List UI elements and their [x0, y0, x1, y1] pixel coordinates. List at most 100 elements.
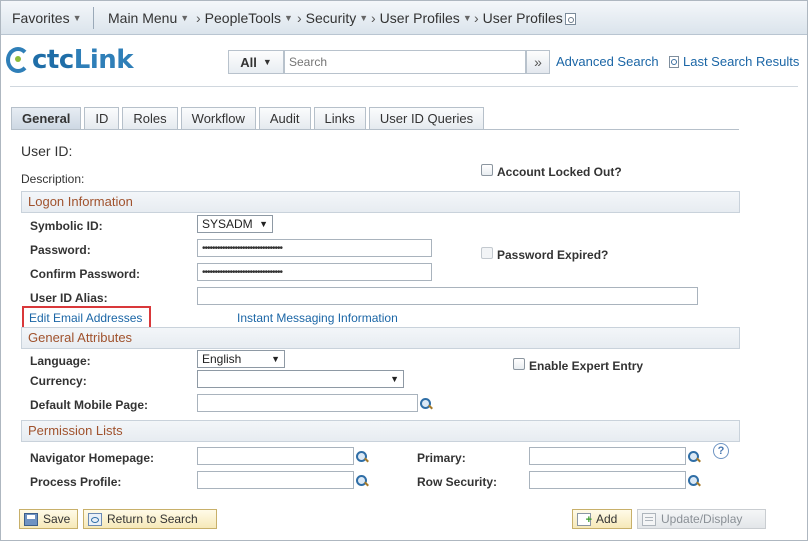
password-expired-label: Password Expired? [497, 248, 609, 262]
symbolic-id-label: Symbolic ID: [30, 219, 103, 233]
breadcrumb-separator: › [474, 10, 479, 26]
breadcrumb-label: User Profiles [482, 10, 563, 26]
logo-prefix: ctc [32, 45, 74, 75]
lookup-icon[interactable] [355, 450, 369, 464]
instant-messaging-link[interactable]: Instant Messaging Information [237, 311, 398, 325]
breadcrumb-current[interactable]: › User Profiles [474, 10, 576, 26]
ctclink-logo: ctcLink [6, 42, 134, 78]
search-results-icon [669, 56, 679, 68]
logon-information-header: Logon Information [21, 191, 740, 213]
chevron-down-icon: ▼ [259, 219, 268, 229]
advanced-search-link[interactable]: Advanced Search [556, 54, 659, 69]
breadcrumb-peopletools[interactable]: › PeopleTools ▼ [196, 10, 293, 26]
add-icon [577, 511, 592, 529]
favorites-menu[interactable]: Favorites ▼ [12, 10, 82, 26]
page-search-icon[interactable] [564, 13, 576, 25]
lookup-icon[interactable] [687, 474, 701, 488]
main-menu[interactable]: Main Menu ▼ [108, 10, 189, 26]
search-scope-dropdown[interactable]: All ▼ [228, 50, 284, 74]
enable-expert-entry-checkbox[interactable] [513, 358, 525, 370]
tab-roles[interactable]: Roles [122, 107, 178, 129]
tab-general[interactable]: General [11, 107, 82, 129]
navigator-homepage-field[interactable] [197, 447, 354, 465]
return-to-search-label: Return to Search [107, 512, 198, 526]
chevron-down-icon: ▼ [283, 13, 293, 23]
breadcrumb-separator: › [196, 10, 201, 26]
confirm-password-field[interactable]: •••••••••••••••••••••••••••••••• [197, 263, 432, 281]
confirm-password-label: Confirm Password: [30, 267, 141, 281]
header-divider [10, 86, 798, 87]
edit-email-addresses-link[interactable]: Edit Email Addresses [29, 311, 142, 325]
breadcrumb-separator: › [371, 10, 376, 26]
breadcrumb-separator: › [297, 10, 302, 26]
user-id-alias-label: User ID Alias: [30, 291, 108, 305]
general-attributes-header: General Attributes [21, 327, 740, 349]
chevron-down-icon: ▼ [262, 57, 272, 67]
password-field[interactable]: •••••••••••••••••••••••••••••••• [197, 239, 432, 257]
breadcrumb-security[interactable]: › Security ▼ [297, 10, 368, 26]
language-select[interactable]: English ▼ [197, 350, 285, 368]
process-profile-field[interactable] [197, 471, 354, 489]
return-to-search-button[interactable]: Return to Search [83, 509, 217, 529]
account-locked-checkbox[interactable] [481, 164, 493, 176]
permission-lists-header: Permission Lists [21, 420, 740, 442]
breadcrumb-label: Security [305, 10, 357, 26]
save-button[interactable]: Save [19, 509, 78, 529]
last-search-results-label: Last Search Results [683, 54, 800, 69]
save-icon [24, 512, 38, 526]
tab-workflow[interactable]: Workflow [180, 107, 256, 129]
search-go-button[interactable]: » [526, 50, 550, 74]
help-icon[interactable]: ? [713, 443, 729, 459]
search-input[interactable] [284, 50, 526, 74]
enable-expert-entry-label: Enable Expert Entry [529, 359, 644, 373]
breadcrumb-label: PeopleTools [204, 10, 281, 26]
lookup-icon[interactable] [355, 474, 369, 488]
user-id-label: User ID: [21, 143, 73, 159]
chevron-down-icon: ▼ [180, 13, 190, 23]
update-display-label: Update/Display [661, 512, 743, 526]
navigator-homepage-label: Navigator Homepage: [30, 451, 155, 465]
update-display-icon [642, 512, 656, 526]
password-mask: •••••••••••••••••••••••••••••••• [202, 243, 283, 254]
last-search-results-link[interactable]: Last Search Results [669, 54, 799, 69]
top-nav-bar: Favorites ▼ Main Menu ▼ › PeopleTools ▼ › Sec… [1, 1, 807, 35]
page-tabs: General ID Roles Workflow Audit Links Us… [11, 107, 487, 129]
logo-swirl-icon [6, 47, 30, 73]
symbolic-id-select[interactable]: SYSADM ▼ [197, 215, 273, 233]
row-security-field[interactable] [529, 471, 686, 489]
tab-audit[interactable]: Audit [258, 107, 311, 129]
double-chevron-right-icon: » [534, 54, 542, 70]
language-label: Language: [30, 354, 91, 368]
chevron-down-icon: ▼ [390, 374, 399, 384]
tab-user-id-queries[interactable]: User ID Queries [368, 107, 485, 129]
currency-select[interactable]: ▼ [197, 370, 404, 388]
breadcrumb-user-profiles[interactable]: › User Profiles ▼ [371, 10, 472, 26]
lookup-icon[interactable] [419, 397, 433, 411]
logo-suffix: Link [73, 45, 134, 75]
chevron-down-icon: ▼ [462, 13, 472, 23]
account-locked-label: Account Locked Out? [497, 165, 622, 179]
confirm-password-mask: •••••••••••••••••••••••••••••••• [202, 267, 283, 278]
lookup-icon[interactable] [687, 450, 701, 464]
add-button[interactable]: Add [572, 509, 632, 529]
password-expired-checkbox[interactable] [481, 247, 493, 259]
user-id-alias-field[interactable] [197, 287, 698, 305]
tab-links[interactable]: Links [313, 107, 366, 129]
return-search-icon [88, 512, 102, 526]
primary-label: Primary: [417, 451, 466, 465]
chevron-down-icon: ▼ [72, 13, 82, 23]
primary-field[interactable] [529, 447, 686, 465]
breadcrumb-label: User Profiles [379, 10, 460, 26]
tab-underline [11, 129, 739, 130]
default-mobile-page-label: Default Mobile Page: [30, 398, 149, 412]
default-mobile-page-field[interactable] [197, 394, 418, 412]
password-label: Password: [30, 243, 91, 257]
tab-id[interactable]: ID [84, 107, 120, 129]
currency-label: Currency: [30, 374, 87, 388]
save-label: Save [43, 512, 71, 526]
update-display-button[interactable]: Update/Display [637, 509, 766, 529]
main-menu-label: Main Menu [108, 10, 178, 26]
symbolic-id-value: SYSADM [202, 217, 253, 231]
chevron-down-icon: ▼ [271, 354, 280, 364]
favorites-label: Favorites [12, 10, 70, 26]
